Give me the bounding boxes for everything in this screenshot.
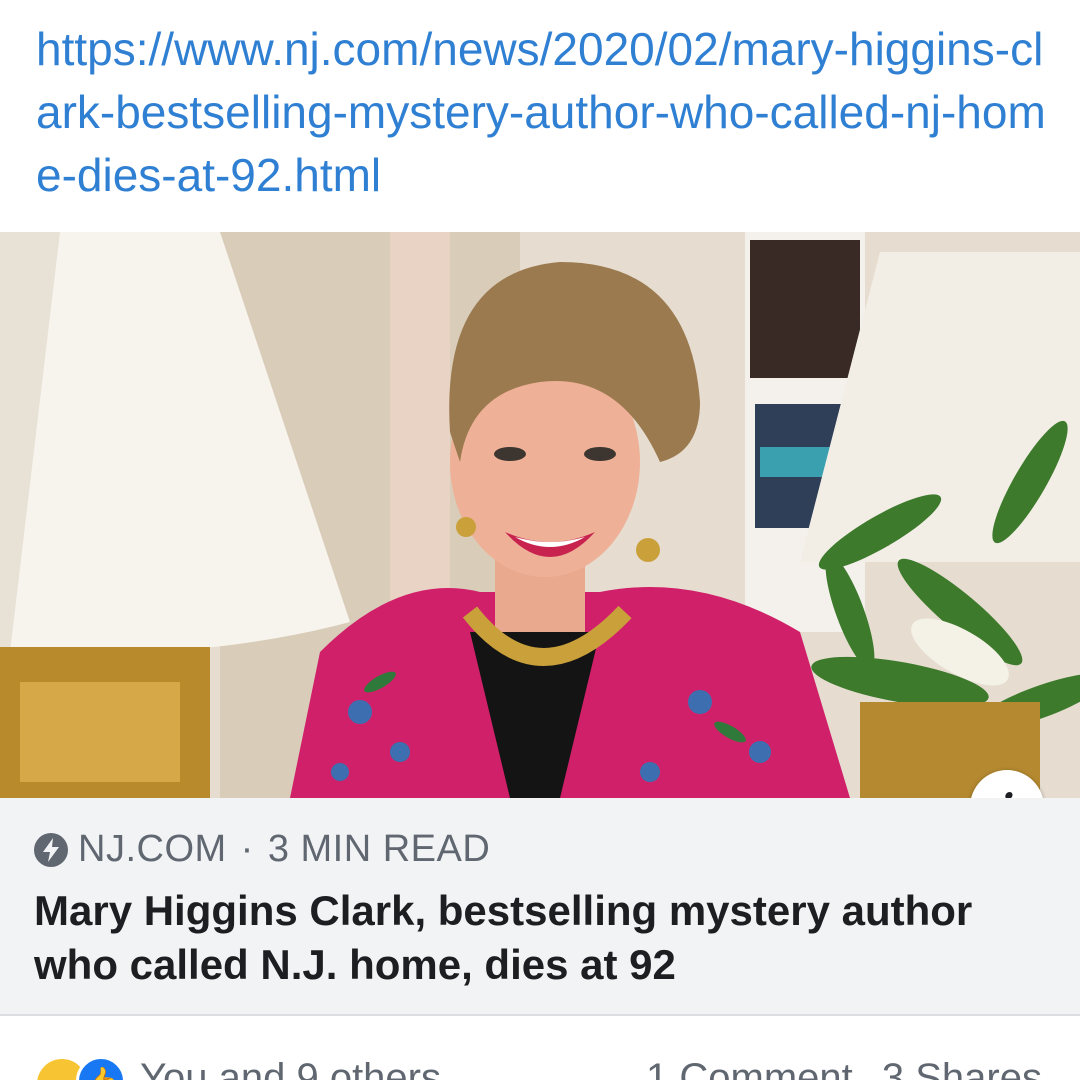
link-preview-card[interactable]: NJ.COM · 3 MIN READ Mary Higgins Clark, … bbox=[0, 798, 1080, 1016]
like-reaction-icon: 👍 bbox=[76, 1056, 126, 1080]
separator-dot: · bbox=[240, 828, 254, 870]
lightning-bolt-icon bbox=[34, 832, 68, 867]
reactions-summary[interactable]: You and 9 others bbox=[140, 1056, 441, 1080]
shares-count[interactable]: 3 Shares bbox=[882, 1056, 1042, 1080]
read-time: 3 MIN READ bbox=[267, 828, 491, 870]
engagement-counts: 1 Comment 3 Shares bbox=[646, 1056, 1042, 1080]
article-url-link[interactable]: https://www.nj.com/news/2020/02/mary-hig… bbox=[36, 18, 1046, 207]
comments-count[interactable]: 1 Comment bbox=[646, 1056, 853, 1080]
preview-image[interactable] bbox=[0, 232, 1080, 798]
source-row: NJ.COM · 3 MIN READ bbox=[34, 828, 490, 871]
reaction-icons[interactable]: 👍 bbox=[34, 1056, 126, 1080]
woman-portrait-photo bbox=[0, 232, 1080, 798]
source-domain: NJ.COM bbox=[78, 828, 227, 870]
url-block: https://www.nj.com/news/2020/02/mary-hig… bbox=[36, 18, 1046, 207]
article-headline[interactable]: Mary Higgins Clark, bestselling mystery … bbox=[34, 884, 1044, 992]
post-footer: 👍 You and 9 others 1 Comment 3 Shares bbox=[0, 1016, 1080, 1080]
